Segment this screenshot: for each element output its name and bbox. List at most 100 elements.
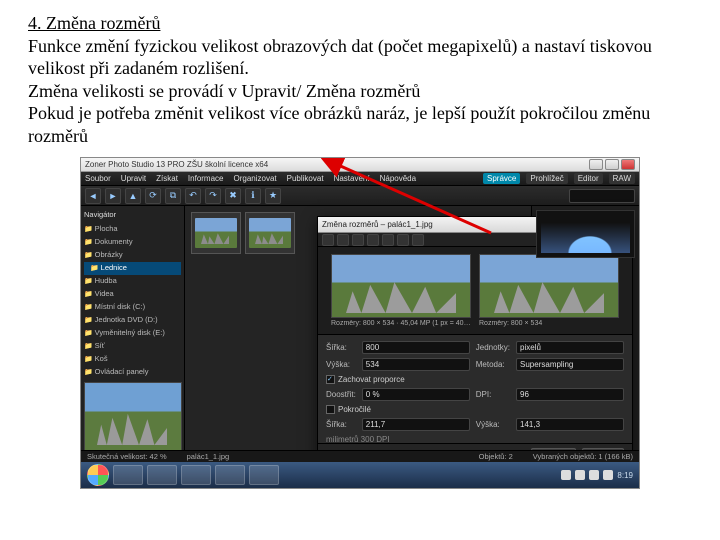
tray-icon[interactable]: [575, 470, 585, 480]
thumbnail[interactable]: [191, 212, 241, 254]
dpi-input[interactable]: 96: [516, 388, 624, 401]
status-selected: Vybraných objektů: 1 (166 kB): [533, 452, 633, 461]
minimize-button[interactable]: [589, 159, 603, 170]
rotate-right-icon[interactable]: ↷: [205, 188, 221, 204]
menu-item[interactable]: Informace: [188, 174, 224, 183]
keep-ratio-checkbox[interactable]: Zachovat proporce: [326, 375, 624, 384]
rating-icon[interactable]: ★: [265, 188, 281, 204]
section-p3: Pokud je potřeba změnit velikost více ob…: [28, 102, 692, 147]
tree-node[interactable]: Videa: [84, 288, 181, 301]
menu-item[interactable]: Upravit: [121, 174, 146, 183]
sharpen-input[interactable]: 0 %: [362, 388, 470, 401]
method-select[interactable]: Supersampling: [516, 358, 624, 371]
up-icon[interactable]: ▲: [125, 188, 141, 204]
maximize-button[interactable]: [605, 159, 619, 170]
preview-after-image: [479, 254, 619, 318]
dialog-title: Změna rozměrů – palác1_1.jpg: [322, 220, 433, 229]
last-icon[interactable]: [367, 234, 379, 246]
tree-node[interactable]: Síť: [84, 340, 181, 353]
dpi-label: DPI:: [476, 390, 510, 399]
zoom-1-1-icon[interactable]: [397, 234, 409, 246]
checkbox-icon: [326, 375, 335, 384]
status-filename: palác1_1.jpg: [187, 452, 230, 461]
tree-node[interactable]: Jednotka DVD (D:): [84, 314, 181, 327]
units-select[interactable]: pixelů: [516, 341, 624, 354]
menu-item[interactable]: Publikovat: [287, 174, 324, 183]
browser-area: Změna rozměrů – palác1_1.jpg: [185, 206, 531, 458]
preview-pane-image: [84, 382, 182, 452]
close-button[interactable]: [621, 159, 635, 170]
advanced-checkbox[interactable]: Pokročilé: [326, 405, 624, 414]
print-height-label: Výška:: [476, 420, 510, 429]
print-width-label: Šířka:: [326, 420, 356, 429]
tree-node[interactable]: Dokumenty: [84, 236, 181, 249]
mode-raw[interactable]: RAW: [609, 173, 635, 184]
preview-after: Rozměry: 800 × 534: [479, 254, 619, 327]
start-button-icon[interactable]: [87, 464, 109, 486]
rotate-left-icon[interactable]: ↶: [185, 188, 201, 204]
statusbar: Skutečná velikost: 42 % palác1_1.jpg Obj…: [81, 450, 639, 462]
tree-node[interactable]: Koš: [84, 353, 181, 366]
delete-icon[interactable]: ✖: [225, 188, 241, 204]
info-icon[interactable]: ℹ: [245, 188, 261, 204]
tray-icon[interactable]: [603, 470, 613, 480]
print-width-input[interactable]: 211,7: [362, 418, 470, 431]
status-objects: Objektů: 2: [479, 452, 513, 461]
tree-node[interactable]: Obrázky: [84, 249, 181, 262]
sharpen-label: Doostřit:: [326, 390, 356, 399]
tree-header: Navigátor: [84, 209, 181, 221]
search-input[interactable]: [569, 189, 635, 203]
prev-icon[interactable]: [337, 234, 349, 246]
next-icon[interactable]: [352, 234, 364, 246]
tree-node[interactable]: Plocha: [84, 223, 181, 236]
height-input[interactable]: 534: [362, 358, 470, 371]
units-label: Jednotky:: [476, 343, 510, 352]
width-label: Šířka:: [326, 343, 356, 352]
back-icon[interactable]: ◄: [85, 188, 101, 204]
first-icon[interactable]: [322, 234, 334, 246]
mode-manager[interactable]: Správce: [483, 173, 520, 184]
histogram: [536, 210, 635, 258]
window-titlebar[interactable]: Zoner Photo Studio 13 PRO ZŠU školní lic…: [81, 158, 639, 172]
thumbnail[interactable]: [245, 212, 295, 254]
width-input[interactable]: 800: [362, 341, 470, 354]
histogram-icon[interactable]: [412, 234, 424, 246]
print-height-input[interactable]: 141,3: [516, 418, 624, 431]
height-label: Výška:: [326, 360, 356, 369]
section-title: 4. Změna rozměrů: [28, 12, 692, 35]
menu-item[interactable]: Získat: [156, 174, 178, 183]
tree-node[interactable]: Místní disk (C:): [84, 301, 181, 314]
section-p1: Funkce změní fyzickou velikost obrazovýc…: [28, 35, 692, 80]
tree-node-selected[interactable]: Lednice: [84, 262, 181, 275]
taskbar-clock[interactable]: 8:19: [617, 471, 633, 480]
menu-item[interactable]: Organizovat: [234, 174, 277, 183]
taskbar-item[interactable]: [249, 465, 279, 485]
checkbox-icon: [326, 405, 335, 414]
window-title: Zoner Photo Studio 13 PRO ZŠU školní lic…: [85, 160, 268, 169]
menubar: Soubor Upravit Získat Informace Organizo…: [81, 172, 639, 186]
tree-node[interactable]: Ovládací panely: [84, 366, 181, 379]
menu-item[interactable]: Soubor: [85, 174, 111, 183]
taskbar-item[interactable]: [215, 465, 245, 485]
mode-editor[interactable]: Editor: [574, 173, 603, 184]
tree-node[interactable]: Hudba: [84, 275, 181, 288]
taskbar-item[interactable]: [147, 465, 177, 485]
taskbar-item[interactable]: [181, 465, 211, 485]
preview-before: Rozměry: 800 × 534 · 45,04 MP (1 px = 40…: [331, 254, 471, 327]
taskbar-item[interactable]: [113, 465, 143, 485]
forward-icon[interactable]: ►: [105, 188, 121, 204]
section-p2: Změna velikosti se provádí v Upravit/ Zm…: [28, 80, 692, 103]
menu-item[interactable]: Nastavení: [334, 174, 370, 183]
copy-icon[interactable]: ⧉: [165, 188, 181, 204]
toolbar: ◄ ► ▲ ⟳ ⧉ ↶ ↷ ✖ ℹ ★: [81, 186, 639, 206]
tray-icon[interactable]: [561, 470, 571, 480]
screenshot: Zoner Photo Studio 13 PRO ZŠU školní lic…: [80, 157, 640, 489]
zoom-fit-icon[interactable]: [382, 234, 394, 246]
tray-icon[interactable]: [589, 470, 599, 480]
menu-item[interactable]: Nápověda: [380, 174, 416, 183]
refresh-icon[interactable]: ⟳: [145, 188, 161, 204]
status-zoom: Skutečná velikost: 42 %: [87, 452, 167, 461]
tree-node[interactable]: Vyměnitelný disk (E:): [84, 327, 181, 340]
taskbar[interactable]: 8:19: [81, 462, 639, 488]
mode-viewer[interactable]: Prohlížeč: [526, 173, 567, 184]
